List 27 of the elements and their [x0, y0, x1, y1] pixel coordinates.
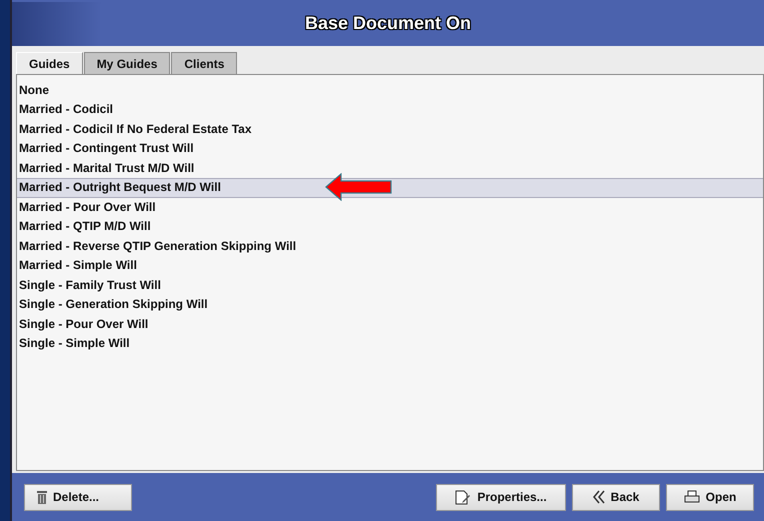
tab[interactable]: Clients [171, 52, 238, 74]
guide-item[interactable]: Married - Pour Over Will [17, 198, 763, 218]
guide-item[interactable]: Married - Outright Bequest M/D Will [17, 178, 763, 198]
tab[interactable]: Guides [16, 52, 83, 75]
guide-item[interactable]: None [17, 80, 763, 100]
arrow-icon [325, 173, 393, 202]
document-edit-icon [455, 490, 472, 505]
guide-item[interactable]: Married - Codicil [17, 100, 763, 120]
guide-item[interactable]: Single - Family Trust Will [17, 276, 763, 296]
trash-icon [37, 490, 47, 504]
guide-item[interactable]: Married - Reverse QTIP Generation Skipping Will [17, 236, 763, 256]
guide-item[interactable]: Single - Simple Will [17, 334, 763, 354]
button[interactable]: Delete... [24, 484, 132, 511]
button[interactable]: Open [666, 484, 754, 511]
button[interactable]: Properties... [436, 484, 566, 511]
guide-item[interactable]: Married - Contingent Trust Will [17, 139, 763, 159]
guide-item[interactable]: Single - Generation Skipping Will [17, 295, 763, 315]
printer-icon [684, 490, 700, 504]
guide-item[interactable]: Married - Simple Will [17, 256, 763, 276]
double-chevron-left-icon [592, 490, 605, 504]
window-title: Base Document On [304, 13, 472, 34]
guide-item[interactable]: Married - Marital Trust M/D Will [17, 158, 763, 178]
tab[interactable]: My Guides [84, 52, 170, 74]
guide-item[interactable]: Married - Codicil If No Federal Estate Tax [17, 120, 763, 140]
guide-item[interactable]: Single - Pour Over Will [17, 314, 763, 334]
button[interactable]: Back [572, 484, 660, 511]
guide-item[interactable]: Married - QTIP M/D Will [17, 217, 763, 237]
